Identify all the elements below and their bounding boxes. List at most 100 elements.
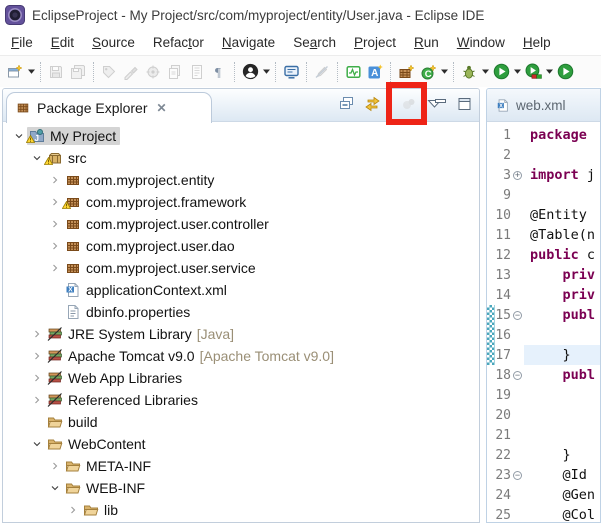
maximize-icon[interactable] bbox=[455, 93, 473, 115]
menu-project[interactable]: Project bbox=[345, 32, 405, 53]
toolbar-separator bbox=[337, 61, 338, 82]
svg-text:C: C bbox=[424, 69, 431, 80]
code-line-20: 20 bbox=[487, 405, 600, 425]
menu-refactor[interactable]: Refactor bbox=[144, 32, 213, 53]
dropdown-caret-icon[interactable] bbox=[512, 69, 522, 74]
tree-item-src[interactable]: src bbox=[3, 147, 479, 169]
fold-collapse-icon[interactable]: − bbox=[511, 370, 524, 380]
run-icon[interactable] bbox=[490, 60, 512, 84]
chevron-right-icon[interactable] bbox=[29, 370, 45, 386]
eclipse-logo-icon bbox=[5, 5, 25, 25]
chevron-right-icon[interactable] bbox=[29, 392, 45, 408]
chevron-down-icon[interactable] bbox=[11, 128, 27, 144]
menu-run[interactable]: Run bbox=[405, 32, 448, 53]
tree-item-com-myproject-entity[interactable]: com.myproject.entity bbox=[3, 169, 479, 191]
package-explorer-panel: Package Explorer ✕ J My Project src com.myp… bbox=[2, 88, 480, 523]
tree-item-label: com.myproject.user.service bbox=[86, 260, 256, 276]
tree-item-com-myproject-user-service[interactable]: com.myproject.user.service bbox=[3, 257, 479, 279]
code-line-22: 22 } bbox=[487, 445, 600, 465]
tree-item-label: build bbox=[68, 414, 98, 430]
tree-item-applicationcontext-xml[interactable]: XapplicationContext.xml bbox=[3, 279, 479, 301]
chevron-right-icon[interactable] bbox=[47, 172, 63, 188]
chevron-right-icon[interactable] bbox=[47, 260, 63, 276]
tree-item-label: WebContent bbox=[68, 436, 146, 452]
close-icon[interactable]: ✕ bbox=[157, 101, 167, 115]
menu-window[interactable]: Window bbox=[448, 32, 514, 53]
code-line-18: 18− publ bbox=[487, 365, 600, 385]
activity-icon[interactable] bbox=[342, 60, 364, 84]
menu-navigate[interactable]: Navigate bbox=[213, 32, 284, 53]
fold-collapse-icon[interactable]: − bbox=[511, 310, 524, 320]
tree-item-jre-system-library[interactable]: JRE System Library [Java] bbox=[3, 323, 479, 345]
tree-item-web-app-libraries[interactable]: Web App Libraries bbox=[3, 367, 479, 389]
chevron-down-icon[interactable] bbox=[29, 150, 45, 166]
tree-item-referenced-libraries[interactable]: Referenced Libraries bbox=[3, 389, 479, 411]
annotation-a-icon[interactable]: A bbox=[364, 60, 386, 84]
tab-package-explorer[interactable]: Package Explorer ✕ bbox=[6, 92, 212, 123]
new-wizard-icon[interactable] bbox=[4, 60, 26, 84]
dropdown-caret-icon[interactable] bbox=[261, 69, 271, 74]
tree-item-build[interactable]: build bbox=[3, 411, 479, 433]
fold-collapse-icon[interactable]: − bbox=[511, 469, 524, 480]
xml-file-icon: X bbox=[496, 98, 510, 113]
tree-item-com-myproject-framework[interactable]: com.myproject.framework bbox=[3, 191, 479, 213]
chevron-down-icon[interactable] bbox=[29, 436, 45, 452]
dropdown-caret-icon[interactable] bbox=[26, 69, 36, 74]
chevron-down-icon[interactable] bbox=[47, 480, 63, 496]
menu-edit[interactable]: Edit bbox=[42, 32, 83, 53]
code-editor[interactable]: 1 package 2 3 + import j 9 10 @Entity 11 @Table(n 1… bbox=[487, 122, 600, 522]
link-editor-icon[interactable] bbox=[363, 93, 381, 115]
tree-item-content: com.myproject.entity bbox=[63, 171, 218, 189]
new-package-icon[interactable] bbox=[395, 60, 417, 84]
save-all-icon bbox=[67, 60, 89, 84]
minimize-icon[interactable] bbox=[431, 93, 449, 115]
chevron-right-icon[interactable] bbox=[29, 348, 45, 364]
tree-item-dbinfo-properties[interactable]: dbinfo.properties bbox=[3, 301, 479, 323]
tree-item-meta-inf[interactable]: META-INF bbox=[3, 455, 479, 477]
tree-item-com-myproject-user-dao[interactable]: com.myproject.user.dao bbox=[3, 235, 479, 257]
dropdown-caret-icon[interactable] bbox=[439, 69, 449, 74]
dropdown-caret-icon[interactable] bbox=[480, 69, 490, 74]
debug-icon[interactable] bbox=[458, 60, 480, 84]
user-avatar-icon[interactable] bbox=[239, 60, 261, 84]
code-text: publ bbox=[562, 367, 596, 383]
chevron-right-icon[interactable] bbox=[47, 216, 63, 232]
chevron-right-icon[interactable] bbox=[47, 238, 63, 254]
tree-item-content: J My Project bbox=[25, 127, 121, 145]
code-text: } bbox=[530, 447, 571, 463]
fold-glyph: − bbox=[513, 469, 522, 480]
profile-icon[interactable] bbox=[554, 60, 576, 84]
chevron-right-icon[interactable] bbox=[47, 194, 63, 210]
menu-source[interactable]: Source bbox=[83, 32, 144, 53]
menu-file[interactable]: File bbox=[2, 32, 42, 53]
tree-item-label: Referenced Libraries bbox=[68, 392, 198, 408]
library-icon bbox=[47, 370, 63, 386]
pilcrow-icon[interactable]: ¶ bbox=[208, 60, 230, 84]
console-icon[interactable] bbox=[280, 60, 302, 84]
new-class-icon[interactable]: C bbox=[417, 60, 439, 84]
chevron-right-icon[interactable] bbox=[47, 458, 63, 474]
toolbar-separator bbox=[390, 61, 391, 82]
chevron-right-icon[interactable] bbox=[65, 502, 81, 518]
tree-item-web-inf[interactable]: WEB-INF bbox=[3, 477, 479, 499]
tab-web-xml[interactable]: web.xml bbox=[516, 98, 566, 113]
tree-item-content: Referenced Libraries bbox=[45, 391, 202, 409]
folder-icon bbox=[83, 502, 99, 518]
package-icon bbox=[65, 238, 81, 254]
dropdown-caret-icon[interactable] bbox=[544, 69, 554, 74]
chevron-right-icon[interactable] bbox=[29, 326, 45, 342]
fold-expand-icon[interactable]: + bbox=[511, 170, 524, 180]
tree-item-webcontent[interactable]: WebContent bbox=[3, 433, 479, 455]
tree-item-apache-tomcat-v9-0[interactable]: Apache Tomcat v9.0 [Apache Tomcat v9.0] bbox=[3, 345, 479, 367]
collapse-all-icon[interactable] bbox=[338, 93, 356, 115]
tree-item-com-myproject-user-controller[interactable]: com.myproject.user.controller bbox=[3, 213, 479, 235]
menu-search[interactable]: Search bbox=[284, 32, 345, 53]
tree-item-my-project[interactable]: J My Project bbox=[3, 125, 479, 147]
tree-item-label: com.myproject.user.controller bbox=[86, 216, 269, 232]
tree-item-content: Apache Tomcat v9.0 [Apache Tomcat v9.0] bbox=[45, 347, 338, 365]
coverage-icon[interactable] bbox=[522, 60, 544, 84]
view-window-buttons bbox=[431, 93, 473, 115]
code-text: priv bbox=[562, 287, 596, 303]
tree-item-lib[interactable]: lib bbox=[3, 499, 479, 521]
menu-help[interactable]: Help bbox=[514, 32, 560, 53]
